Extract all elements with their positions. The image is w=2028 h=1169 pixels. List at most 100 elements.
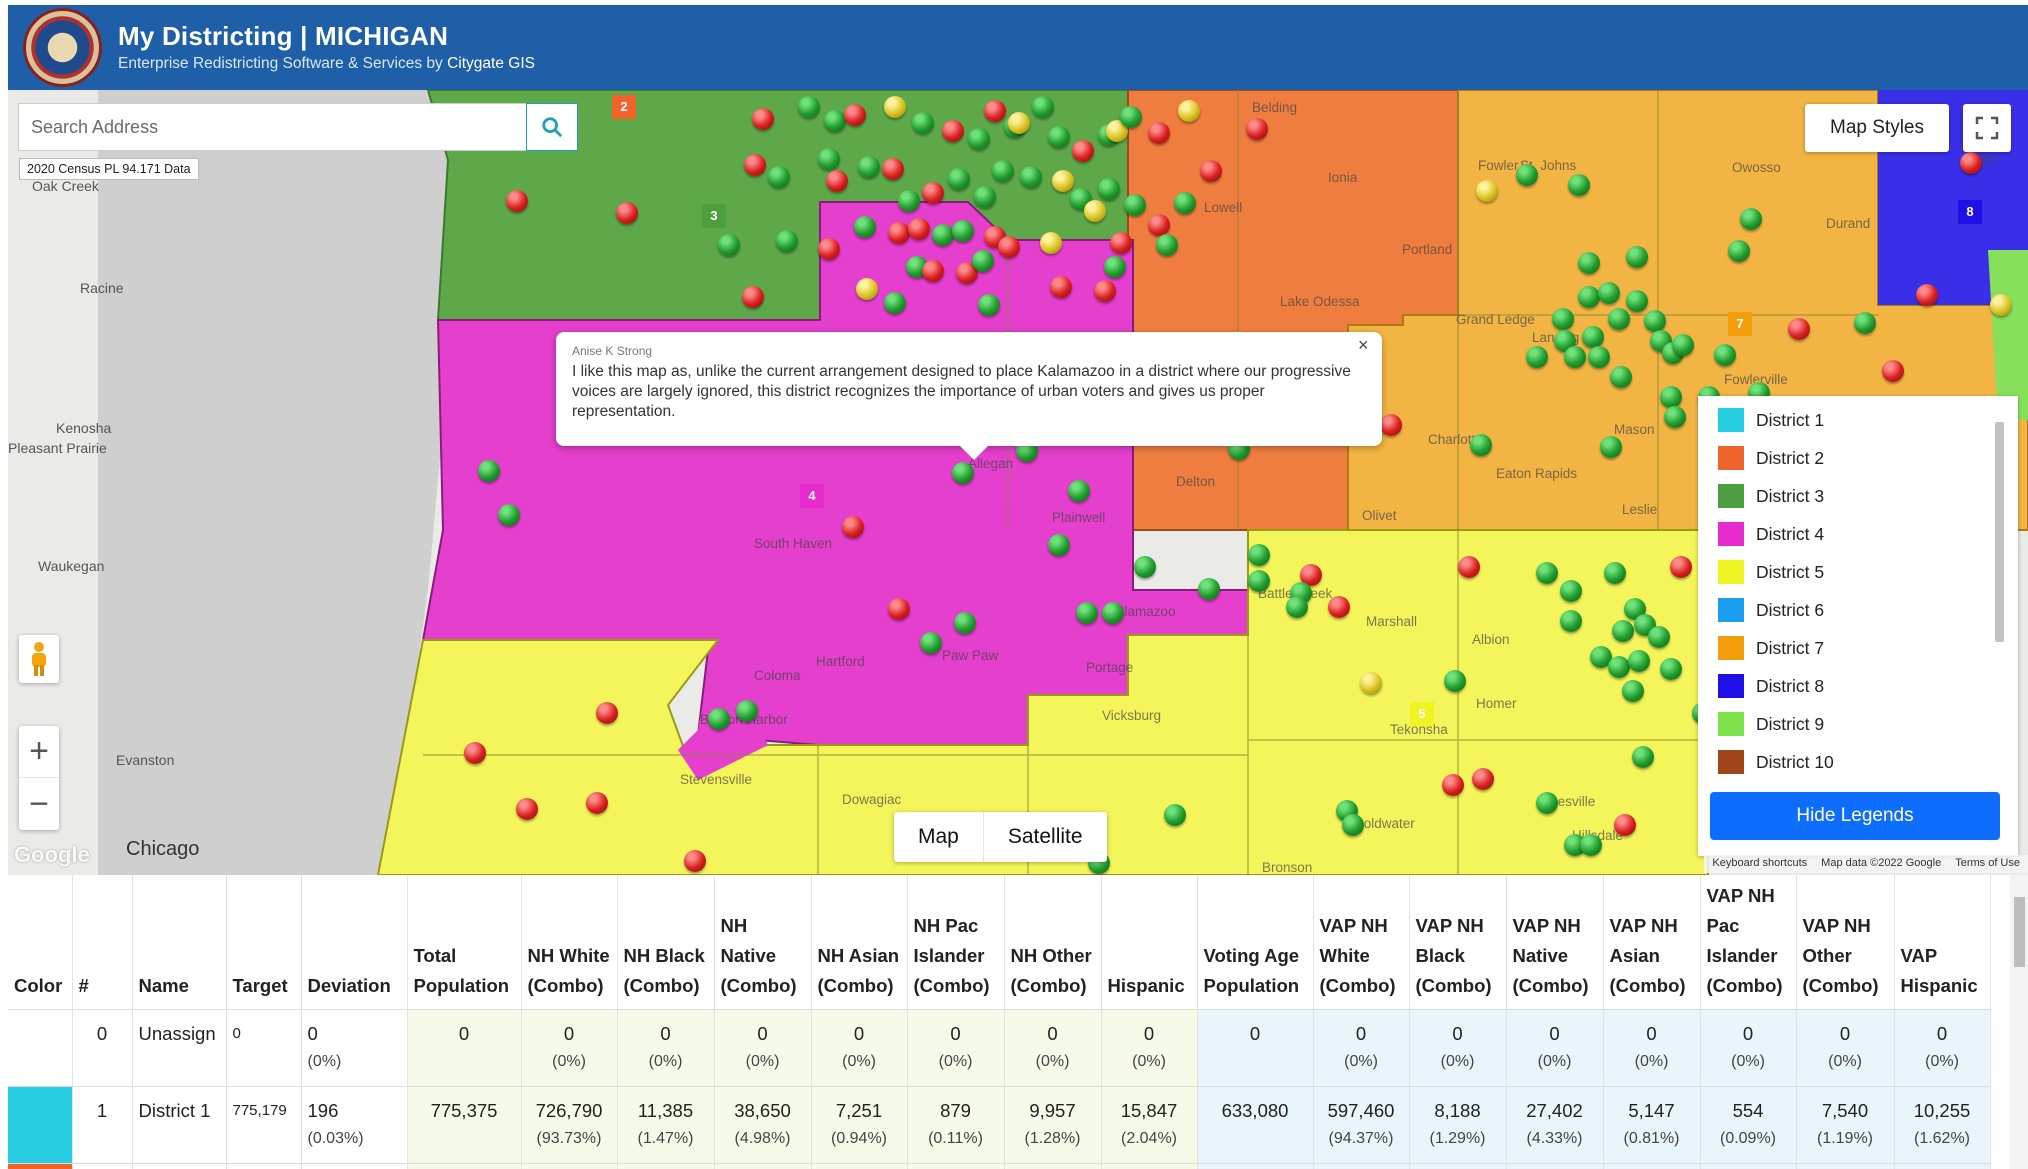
comment-pin[interactable] bbox=[1670, 556, 1692, 578]
zoom-out-button[interactable]: − bbox=[19, 778, 59, 830]
table-scroll-thumb[interactable] bbox=[2014, 897, 2025, 967]
search-button[interactable] bbox=[526, 103, 578, 151]
comment-pin[interactable] bbox=[1644, 310, 1666, 332]
district-color-cell[interactable] bbox=[8, 1009, 73, 1087]
district-number-2[interactable]: 2 bbox=[612, 95, 636, 119]
street-view-pegman[interactable] bbox=[19, 635, 59, 683]
comment-pin[interactable] bbox=[898, 190, 920, 212]
district-color-cell[interactable] bbox=[8, 1086, 73, 1164]
comment-pin[interactable] bbox=[464, 742, 486, 764]
comment-pin[interactable] bbox=[1156, 234, 1178, 256]
comment-pin[interactable] bbox=[1788, 318, 1810, 340]
legend-scroll-thumb[interactable] bbox=[1995, 422, 2004, 642]
comment-pin[interactable] bbox=[1916, 284, 1938, 306]
comment-pin[interactable] bbox=[888, 598, 910, 620]
table-row[interactable]: 1 District 1 775,179 196 (0.03%) 775,375 726,… bbox=[8, 1086, 1991, 1164]
legend-item-district-9[interactable]: District 9 bbox=[1718, 709, 1824, 739]
comment-pin[interactable] bbox=[1174, 192, 1196, 214]
comment-pin[interactable] bbox=[998, 236, 1020, 258]
comment-pin[interactable] bbox=[1072, 140, 1094, 162]
comment-pin[interactable] bbox=[1472, 768, 1494, 790]
comment-pin[interactable] bbox=[1084, 200, 1106, 222]
comment-pin[interactable] bbox=[516, 798, 538, 820]
close-icon[interactable]: × bbox=[1358, 335, 1369, 356]
comment-pin[interactable] bbox=[1120, 106, 1142, 128]
comment-pin[interactable] bbox=[884, 292, 906, 314]
comment-pin[interactable] bbox=[1564, 346, 1586, 368]
company-link[interactable]: Citygate GIS bbox=[447, 55, 535, 72]
district-number-7[interactable]: 7 bbox=[1728, 312, 1752, 336]
comment-pin[interactable] bbox=[768, 166, 790, 188]
comment-pin[interactable] bbox=[858, 156, 880, 178]
comment-pin[interactable] bbox=[974, 186, 996, 208]
comment-pin[interactable] bbox=[684, 850, 706, 872]
comment-pin[interactable] bbox=[954, 612, 976, 634]
comment-pin[interactable] bbox=[1610, 366, 1632, 388]
comment-pin[interactable] bbox=[824, 110, 846, 132]
col-header[interactable]: Voting Age Population bbox=[1197, 875, 1314, 1010]
comment-pin[interactable] bbox=[882, 158, 904, 180]
comment-pin[interactable] bbox=[1040, 232, 1062, 254]
comment-pin[interactable] bbox=[1124, 194, 1146, 216]
table-row[interactable] bbox=[8, 1163, 1991, 1169]
col-header[interactable]: VAP NH Native (Combo) bbox=[1506, 875, 1604, 1010]
comment-pin[interactable] bbox=[1148, 214, 1170, 236]
comment-pin[interactable] bbox=[1632, 746, 1654, 768]
comment-pin[interactable] bbox=[1626, 290, 1648, 312]
comment-pin[interactable] bbox=[1048, 126, 1070, 148]
comment-pin[interactable] bbox=[952, 220, 974, 242]
comment-pin[interactable] bbox=[1990, 294, 2012, 316]
col-header[interactable]: Name bbox=[132, 875, 227, 1010]
comment-pin[interactable] bbox=[1020, 166, 1042, 188]
comment-pin[interactable] bbox=[498, 504, 520, 526]
zoom-in-button[interactable]: + bbox=[19, 726, 59, 778]
comment-pin[interactable] bbox=[1050, 276, 1072, 298]
col-header[interactable]: VAP Hispanic bbox=[1894, 875, 1991, 1010]
comment-pin[interactable] bbox=[1552, 308, 1574, 330]
col-header[interactable]: # bbox=[72, 875, 133, 1010]
comment-pin[interactable] bbox=[596, 702, 618, 724]
comment-pin[interactable] bbox=[978, 294, 1000, 316]
district-color-cell[interactable] bbox=[8, 1163, 73, 1169]
comment-pin[interactable] bbox=[826, 170, 848, 192]
comment-pin[interactable] bbox=[818, 148, 840, 170]
comment-pin[interactable] bbox=[478, 460, 500, 482]
comment-pin[interactable] bbox=[1612, 620, 1634, 642]
comment-pin[interactable] bbox=[1104, 256, 1126, 278]
hide-legends-button[interactable]: Hide Legends bbox=[1710, 792, 2000, 840]
comment-pin[interactable] bbox=[854, 216, 876, 238]
comment-pin[interactable] bbox=[1470, 434, 1492, 456]
map-type-satellite[interactable]: Satellite bbox=[982, 812, 1107, 862]
comment-pin[interactable] bbox=[1458, 556, 1480, 578]
comment-pin[interactable] bbox=[1052, 170, 1074, 192]
comment-pin[interactable] bbox=[992, 160, 1014, 182]
comment-pin[interactable] bbox=[1598, 282, 1620, 304]
comment-pin[interactable] bbox=[912, 112, 934, 134]
comment-pin[interactable] bbox=[1580, 834, 1602, 856]
comment-pin[interactable] bbox=[1148, 122, 1170, 144]
comment-pin[interactable] bbox=[752, 108, 774, 130]
legend-item-district-3[interactable]: District 3 bbox=[1718, 481, 1824, 511]
comment-pin[interactable] bbox=[1444, 670, 1466, 692]
comment-pin[interactable] bbox=[1286, 596, 1308, 618]
district-number-4[interactable]: 4 bbox=[800, 484, 824, 508]
comment-pin[interactable] bbox=[1200, 160, 1222, 182]
comment-pin[interactable] bbox=[1442, 774, 1464, 796]
legend-item-district-5[interactable]: District 5 bbox=[1718, 557, 1824, 587]
comment-pin[interactable] bbox=[1728, 240, 1750, 262]
legend-item-district-10[interactable]: District 10 bbox=[1718, 747, 1834, 777]
comment-pin[interactable] bbox=[1854, 312, 1876, 334]
terms-link[interactable]: Terms of Use bbox=[1955, 857, 2020, 871]
comment-pin[interactable] bbox=[818, 238, 840, 260]
comment-pin[interactable] bbox=[708, 708, 730, 730]
comment-pin[interactable] bbox=[1342, 814, 1364, 836]
comment-pin[interactable] bbox=[1560, 580, 1582, 602]
comment-pin[interactable] bbox=[744, 154, 766, 176]
col-header[interactable]: Total Population bbox=[407, 875, 522, 1010]
comment-pin[interactable] bbox=[972, 250, 994, 272]
comment-pin[interactable] bbox=[1516, 164, 1538, 186]
comment-pin[interactable] bbox=[920, 632, 942, 654]
comment-pin[interactable] bbox=[888, 222, 910, 244]
comment-pin[interactable] bbox=[1246, 118, 1268, 140]
comment-pin[interactable] bbox=[1178, 100, 1200, 122]
